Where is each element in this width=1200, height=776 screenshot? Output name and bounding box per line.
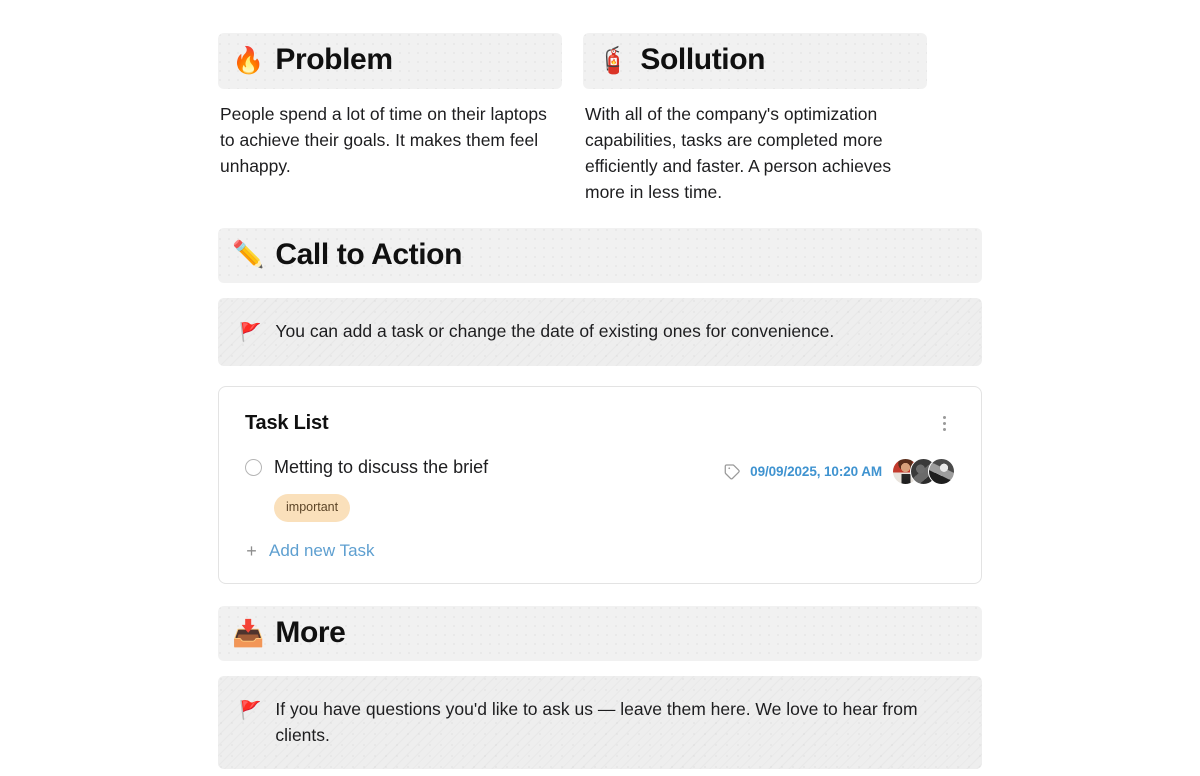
callout-text-more: If you have questions you'd like to ask … xyxy=(275,699,918,746)
task-badge-row: important xyxy=(245,494,955,522)
task-list-card: Task List Metting to discuss the brief 0… xyxy=(218,386,982,584)
callout-more: 🚩 If you have questions you'd like to as… xyxy=(218,676,982,769)
fire-extinguisher-emoji: 🧯 xyxy=(597,44,630,75)
add-new-task-label: Add new Task xyxy=(269,540,375,560)
problem-column: 🔥 Problem People spend a lot of time on … xyxy=(218,33,562,179)
callout-text-call-to-action: You can add a task or change the date of… xyxy=(275,321,835,341)
avatar xyxy=(928,458,955,485)
section-header-more: 📥 More xyxy=(218,606,982,662)
task-title[interactable]: Metting to discuss the brief xyxy=(274,456,488,478)
section-title-problem: Problem xyxy=(275,43,393,76)
section-title-solution: Sollution xyxy=(640,43,766,76)
solution-paragraph: With all of the company's optimization c… xyxy=(585,103,892,202)
more-section: 📥 More 🚩 If you have questions you'd lik… xyxy=(218,606,982,770)
kebab-dot xyxy=(942,421,946,425)
kebab-dot xyxy=(942,427,946,431)
status-badge[interactable]: important xyxy=(274,494,351,522)
kebab-menu-icon[interactable] xyxy=(933,412,955,434)
document-content: 🔥 Problem People spend a lot of time on … xyxy=(218,33,982,776)
problem-solution-row: 🔥 Problem People spend a lot of time on … xyxy=(218,33,982,205)
section-header-solution: 🧯 Sollution xyxy=(583,33,927,89)
task-row: Metting to discuss the brief 09/09/2025,… xyxy=(245,456,955,485)
callout-call-to-action: 🚩 You can add a task or change the date … xyxy=(218,298,982,366)
task-main: Metting to discuss the brief xyxy=(245,456,724,478)
problem-paragraph: People spend a lot of time on their lapt… xyxy=(220,103,547,176)
solution-column: 🧯 Sollution With all of the company's op… xyxy=(583,33,927,205)
pencil-emoji: ✏️ xyxy=(232,239,265,270)
task-list-header: Task List xyxy=(245,411,955,435)
section-header-problem: 🔥 Problem xyxy=(218,33,562,89)
task-assignees[interactable] xyxy=(892,458,955,485)
section-title-more: More xyxy=(275,615,346,649)
fire-emoji: 🔥 xyxy=(232,44,265,75)
task-meta: 09/09/2025, 10:20 AM xyxy=(724,458,955,485)
plus-icon: + xyxy=(246,540,257,561)
document-page: 🔥 Problem People spend a lot of time on … xyxy=(0,0,1200,776)
section-header-call-to-action: ✏️ Call to Action xyxy=(218,228,982,284)
kebab-dot xyxy=(942,415,946,419)
task-checkbox[interactable] xyxy=(245,459,262,476)
inbox-tray-emoji: 📥 xyxy=(232,617,265,648)
task-due-date[interactable]: 09/09/2025, 10:20 AM xyxy=(750,464,882,479)
task-list-title: Task List xyxy=(245,412,329,434)
red-flag-icon: 🚩 xyxy=(239,700,262,721)
call-to-action-section: ✏️ Call to Action 🚩 You can add a task o… xyxy=(218,228,982,367)
red-flag-icon: 🚩 xyxy=(239,322,262,342)
section-title-call-to-action: Call to Action xyxy=(275,237,462,271)
add-new-task-button[interactable]: + Add new Task xyxy=(245,541,955,561)
tag-icon[interactable] xyxy=(724,463,741,480)
